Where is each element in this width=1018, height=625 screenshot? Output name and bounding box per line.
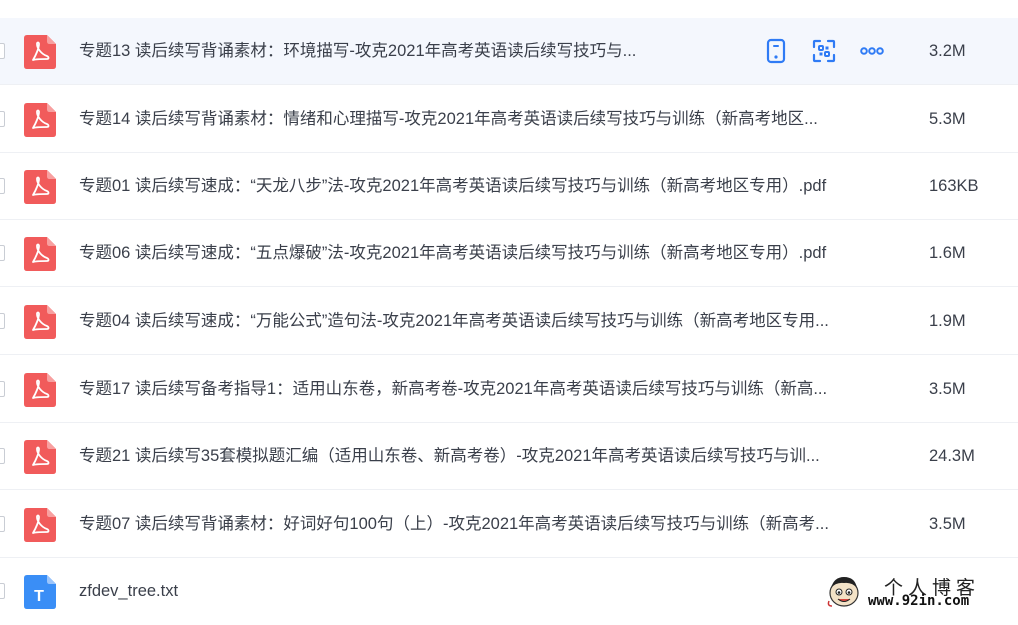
pdf-icon [24, 237, 56, 271]
file-name[interactable]: zfdev_tree.txt [79, 580, 899, 602]
file-size: 5.3M [929, 110, 966, 128]
file-size: 3.5M [929, 515, 966, 533]
file-size: 1.6M [929, 244, 966, 262]
file-row[interactable]: 专题06 读后续写速成：“五点爆破”法-攻克2021年高考英语读后续写技巧与训练… [0, 220, 1018, 287]
qr-scan-icon[interactable] [811, 38, 837, 64]
row-checkbox[interactable] [0, 43, 5, 59]
file-size: 3.2M [929, 42, 966, 60]
file-size: 1.9M [929, 312, 966, 330]
file-name[interactable]: 专题21 读后续写35套模拟题汇编（适用山东卷、新高考卷）-攻克2021年高考英… [79, 445, 899, 467]
file-list: 专题13 读后续写背诵素材：环境描写-攻克2021年高考英语读后续写技巧与...… [0, 0, 1018, 613]
file-row[interactable]: 专题04 读后续写速成：“万能公式”造句法-攻克2021年高考英语读后续写技巧与… [0, 288, 1018, 355]
row-checkbox[interactable] [0, 178, 5, 194]
file-name[interactable]: 专题06 读后续写速成：“五点爆破”法-攻克2021年高考英语读后续写技巧与训练… [79, 242, 899, 264]
file-name[interactable]: 专题17 读后续写备考指导1：适用山东卷，新高考卷-攻克2021年高考英语读后续… [79, 378, 899, 400]
file-row[interactable]: 专题17 读后续写备考指导1：适用山东卷，新高考卷-攻克2021年高考英语读后续… [0, 356, 1018, 423]
watermark-url: www.92in.com [868, 593, 970, 609]
file-name[interactable]: 专题14 读后续写背诵素材：情绪和心理描写-攻克2021年高考英语读后续写技巧与… [79, 108, 899, 130]
row-checkbox[interactable] [0, 245, 5, 261]
file-size: 3.5M [929, 380, 966, 398]
file-row[interactable]: 专题07 读后续写背诵素材：好词好句100句（上）-攻克2021年高考英语读后续… [0, 491, 1018, 558]
file-name[interactable]: 专题13 读后续写背诵素材：环境描写-攻克2021年高考英语读后续写技巧与... [79, 40, 694, 62]
pdf-icon [24, 508, 56, 542]
file-row[interactable]: 专题14 读后续写背诵素材：情绪和心理描写-攻克2021年高考英语读后续写技巧与… [0, 86, 1018, 153]
file-row[interactable]: 专题21 读后续写35套模拟题汇编（适用山东卷、新高考卷）-攻克2021年高考英… [0, 423, 1018, 490]
row-checkbox[interactable] [0, 583, 5, 599]
pdf-icon [24, 373, 56, 407]
file-size: 163KB [929, 177, 979, 195]
row-checkbox[interactable] [0, 516, 5, 532]
cartoon-face-icon [827, 577, 859, 607]
file-size: 24.3M [929, 447, 975, 465]
file-name[interactable]: 专题01 读后续写速成：“天龙八步”法-攻克2021年高考英语读后续写技巧与训练… [79, 175, 899, 197]
pdf-icon [24, 440, 56, 474]
row-checkbox[interactable] [0, 448, 5, 464]
pdf-icon [24, 103, 56, 137]
file-name[interactable]: 专题07 读后续写背诵素材：好词好句100句（上）-攻克2021年高考英语读后续… [79, 513, 899, 535]
more-icon[interactable] [859, 38, 885, 64]
file-name[interactable]: 专题04 读后续写速成：“万能公式”造句法-攻克2021年高考英语读后续写技巧与… [79, 310, 899, 332]
file-row[interactable]: 专题01 读后续写速成：“天龙八步”法-攻克2021年高考英语读后续写技巧与训练… [0, 153, 1018, 220]
row-checkbox[interactable] [0, 381, 5, 397]
phone-icon[interactable] [763, 38, 789, 64]
pdf-icon [24, 170, 56, 204]
watermark: 个人博客 www.92in.com [826, 571, 1018, 613]
pdf-icon [24, 35, 56, 69]
row-checkbox[interactable] [0, 111, 5, 127]
txt-icon: T [24, 575, 56, 609]
row-checkbox[interactable] [0, 313, 5, 329]
pdf-icon [24, 305, 56, 339]
file-row[interactable]: 专题13 读后续写背诵素材：环境描写-攻克2021年高考英语读后续写技巧与...… [0, 18, 1018, 85]
txt-icon-letter: T [34, 588, 44, 605]
